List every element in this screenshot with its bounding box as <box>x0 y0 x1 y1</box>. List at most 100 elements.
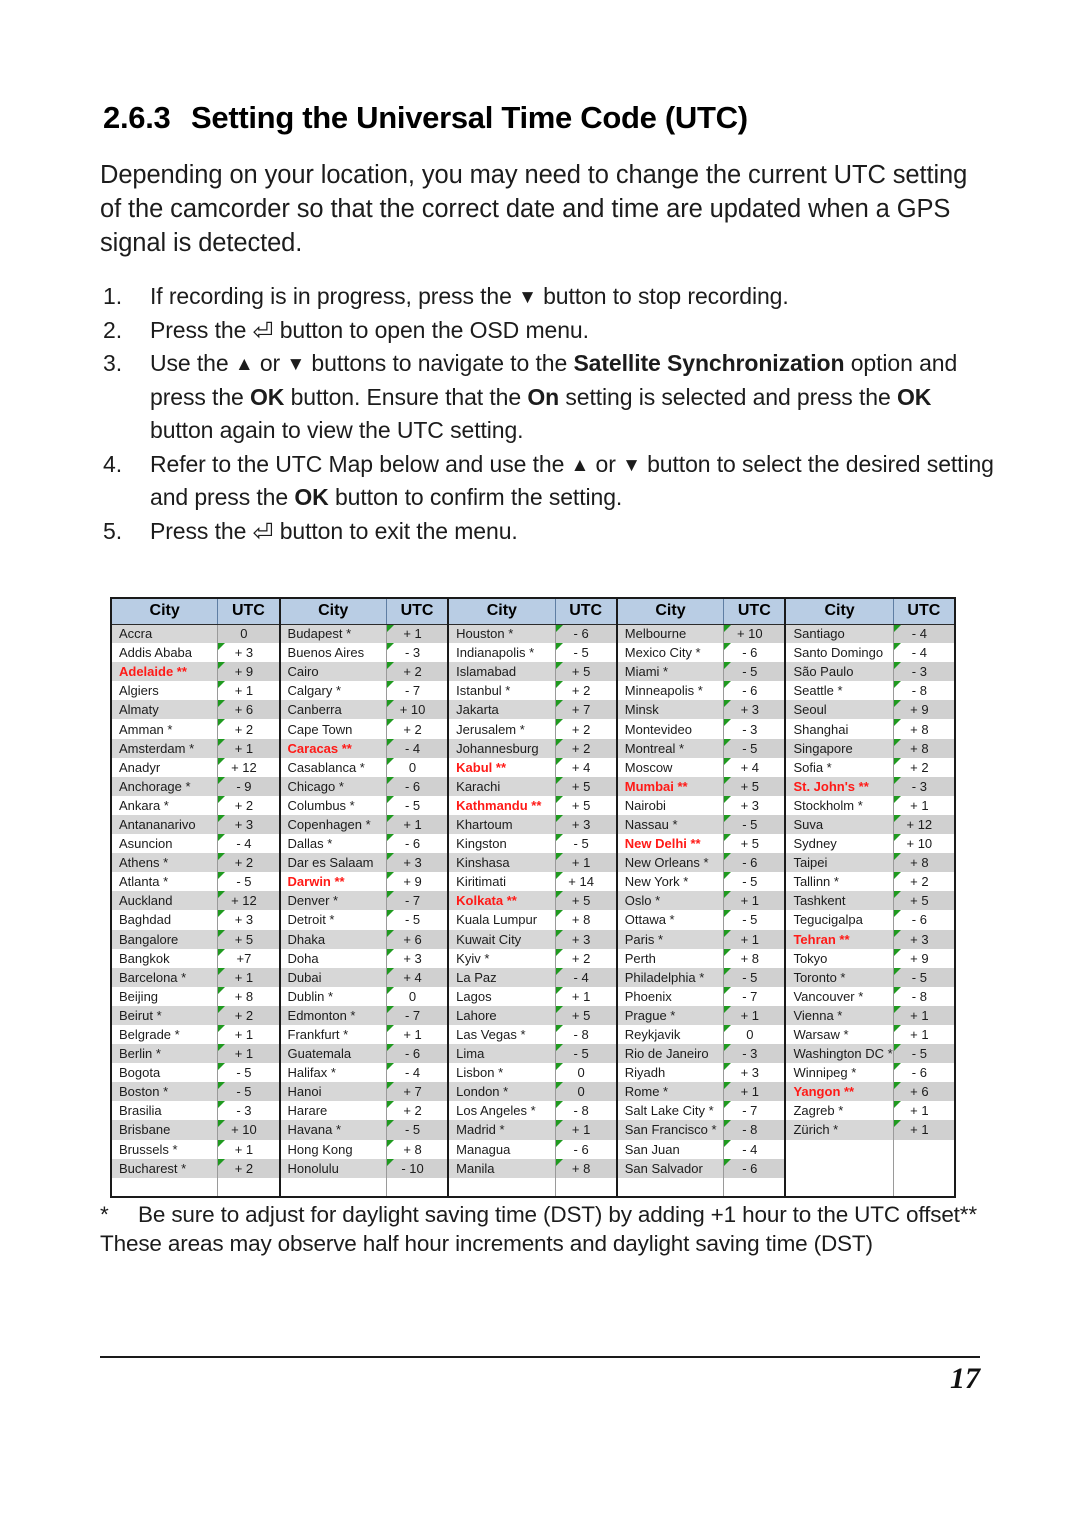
cell-utc-offset: + 8 <box>386 1139 450 1159</box>
step-number: 2. <box>103 316 122 343</box>
cell-utc-offset: + 2 <box>217 1158 281 1178</box>
cell-utc-offset: - 6 <box>723 853 787 873</box>
cell-utc-offset: + 2 <box>893 872 956 892</box>
cell-city: Algiers <box>111 681 219 701</box>
cell-utc-offset: + 2 <box>217 1005 281 1025</box>
column-header-city: City <box>448 598 556 625</box>
cell-utc-offset: 0 <box>555 1063 618 1083</box>
cell-city: Harare <box>279 1101 387 1121</box>
table-row: Bogota - 5 Halifax * - 4 Lisbon * 0 Riyadh + 3W… <box>111 1063 956 1083</box>
cell-city: Salt Lake City * <box>616 1101 725 1121</box>
emphasis-text: On <box>527 383 560 410</box>
table-row: Anchorage * - 9 Chicago * - 6 Karachi + 5 Mumb… <box>111 776 956 796</box>
cell-utc-offset: - 6 <box>723 1158 787 1178</box>
cell-utc-offset: + 1 <box>893 795 956 815</box>
cell-utc-offset: - 8 <box>555 1101 618 1121</box>
cell-city: Santiago <box>785 624 894 644</box>
cell-utc-offset: + 2 <box>386 1101 450 1121</box>
cell-utc-offset: - 10 <box>386 1158 450 1178</box>
cell-utc-offset: - 6 <box>555 624 618 644</box>
cell-city: New Orleans * <box>616 853 725 873</box>
table-row: Almaty + 6 Canberra + 10 Jakarta + 7 Minsk + 3S… <box>111 700 956 720</box>
cell-city: Karachi <box>448 776 556 796</box>
page-title: 2.6.3 Setting the Universal Time Code (UT… <box>103 100 983 136</box>
table-row: Berlin * + 1 Guatemala - 6 Lima - 5 Rio de Jan… <box>111 1044 956 1064</box>
table-row: Auckland + 12 Denver * - 7 Kolkata ** + 5 Oslo… <box>111 891 956 911</box>
cell-city: Buenos Aires <box>279 643 387 663</box>
cell-city: Casablanca * <box>279 757 387 777</box>
cell-city: Toronto * <box>785 967 894 987</box>
cell-city: Beirut * <box>111 1005 219 1025</box>
cell-city <box>616 1177 725 1197</box>
cell-utc-offset: - 6 <box>723 681 787 701</box>
utc-offset-table: City UTC City UTC City UTC City UTC City UTC Accr… <box>110 597 956 1198</box>
cell-utc-offset: + 4 <box>386 967 450 987</box>
cell-utc-offset: - 5 <box>555 834 618 854</box>
cell-utc-offset: + 8 <box>217 986 281 1006</box>
column-header-city: City <box>616 598 725 625</box>
cell-utc-offset: 0 <box>723 1024 787 1045</box>
cell-city: Amsterdam * <box>111 738 219 758</box>
cell-utc-offset: + 5 <box>555 776 618 796</box>
cell-city: Darwin ** <box>279 872 387 892</box>
cell-city: Indianapolis * <box>448 643 556 663</box>
column-header-utc: UTC <box>555 598 618 625</box>
cell-utc-offset: + 12 <box>217 757 281 777</box>
cell-city: San Juan <box>616 1139 725 1159</box>
cell-city: Winnipeg * <box>785 1063 894 1083</box>
cell-city: Caracas ** <box>279 738 387 758</box>
table-row: Brasilia - 3 Harare + 2 Los Angeles * - 8 Salt… <box>111 1101 956 1121</box>
step-number: 5. <box>103 517 122 544</box>
cell-city: Hong Kong <box>279 1139 387 1159</box>
cell-city: Shanghai <box>785 719 894 739</box>
cell-city <box>785 1139 894 1159</box>
cell-utc-offset: + 2 <box>217 719 281 739</box>
cell-utc-offset: + 3 <box>217 814 281 835</box>
cell-city: Tehran ** <box>785 929 894 949</box>
cell-utc-offset: - 4 <box>386 1063 450 1083</box>
cell-utc-offset: + 3 <box>555 814 618 835</box>
cell-utc-offset: - 6 <box>386 1044 450 1064</box>
cell-utc-offset: + 8 <box>893 719 956 739</box>
cell-city: Edmonton * <box>279 1005 387 1025</box>
cell-city: Rio de Janeiro <box>616 1044 725 1064</box>
cell-city: Kolkata ** <box>448 891 556 911</box>
down-arrow-icon: ▼ <box>622 454 641 476</box>
cell-city: Columbus * <box>279 795 387 815</box>
cell-city <box>279 1177 387 1197</box>
cell-utc-offset: + 3 <box>893 929 956 949</box>
table-row <box>111 1177 956 1197</box>
footer-divider <box>100 1356 980 1358</box>
cell-utc-offset: - 4 <box>555 967 618 987</box>
cell-city: Frankfurt * <box>279 1024 387 1045</box>
table-row: Anadyr + 12 Casablanca * 0 Kabul ** + 4 Moscow… <box>111 757 956 777</box>
cell-utc-offset: - 4 <box>893 624 956 644</box>
cell-city: Montevideo <box>616 719 725 739</box>
section-number: 2.6.3 <box>103 100 171 135</box>
cell-utc-offset: + 1 <box>893 1120 956 1140</box>
instruction-steps: 1. If recording is in progress, press the… <box>100 280 1000 548</box>
cell-city: Bucharest * <box>111 1158 219 1178</box>
cell-utc-offset: + 3 <box>217 643 281 663</box>
cell-utc-offset <box>893 1139 956 1159</box>
cell-utc-offset: + 1 <box>386 624 450 644</box>
cell-city: Singapore <box>785 738 894 758</box>
cell-city: Dhaka <box>279 929 387 949</box>
cell-city: Halifax * <box>279 1063 387 1083</box>
cell-city: Bangkok <box>111 948 219 968</box>
cell-city: Amman * <box>111 719 219 739</box>
step-text: Use the ▲ or ▼ buttons to navigate to th… <box>150 347 1000 448</box>
cell-city: Moscow <box>616 757 725 777</box>
cell-utc-offset: - 6 <box>893 1063 956 1083</box>
cell-city: Minneapolis * <box>616 681 725 701</box>
cell-city: Boston * <box>111 1082 219 1102</box>
cell-utc-offset: + 2 <box>555 738 618 758</box>
cell-city: Taipei <box>785 853 894 873</box>
cell-city: St. John's ** <box>785 776 894 796</box>
cell-city <box>785 1177 894 1197</box>
cell-city: Denver * <box>279 891 387 911</box>
column-header-utc: UTC <box>386 598 450 625</box>
column-header-utc: UTC <box>217 598 281 625</box>
return-arrow-icon: ⏎ <box>252 518 274 547</box>
cell-city: Beijing <box>111 986 219 1006</box>
